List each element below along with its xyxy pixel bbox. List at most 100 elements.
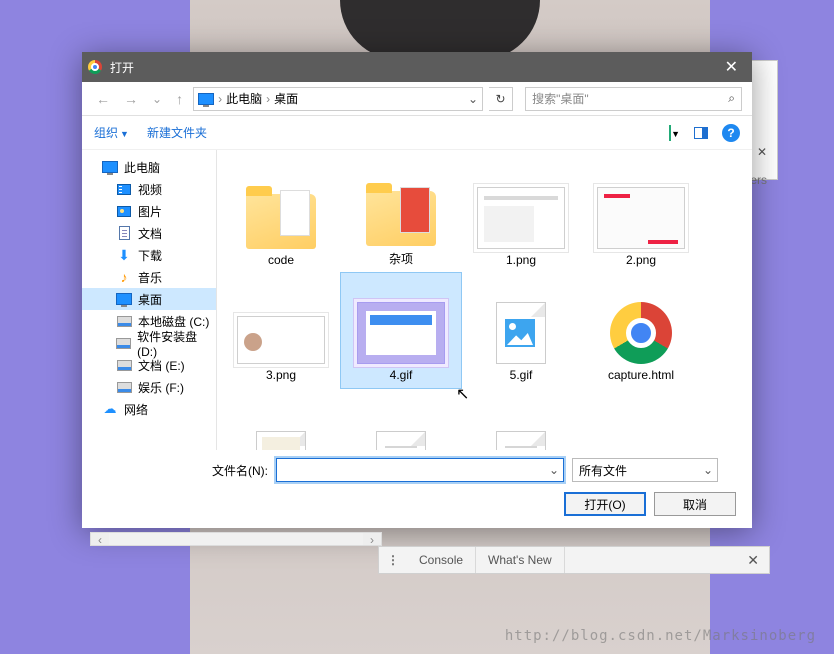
file-open-dialog: 打开 ✕ ← → ⌄ ↑ › 此电脑 › 桌面 ⌄ ↻ 搜索"桌面" ⌕ 组织▼… bbox=[82, 52, 752, 528]
filename-label: 文件名(N): bbox=[98, 462, 268, 479]
dl-icon: ⬇ bbox=[116, 247, 132, 263]
chevron-right-icon: › bbox=[266, 92, 270, 106]
breadcrumb-dropdown[interactable]: ⌄ bbox=[468, 92, 478, 106]
devtools-menu-button[interactable]: ⋮ bbox=[379, 553, 407, 567]
tree-label: 软件安装盘 (D:) bbox=[137, 328, 216, 359]
disk-icon bbox=[116, 357, 132, 373]
tree-label: 图片 bbox=[138, 203, 162, 220]
computer-icon bbox=[198, 93, 214, 105]
filter-dropdown-button[interactable]: ⌄ bbox=[699, 463, 717, 477]
background-tab-close-icon[interactable]: ✕ bbox=[757, 145, 767, 159]
preview-pane-button[interactable] bbox=[694, 127, 708, 139]
new-folder-button[interactable]: 新建文件夹 bbox=[147, 124, 207, 141]
tree-node[interactable]: 文档 bbox=[82, 222, 216, 244]
file-type-filter[interactable]: 所有文件 ⌄ bbox=[572, 458, 718, 482]
mon-icon bbox=[102, 159, 118, 175]
search-icon: ⌕ bbox=[728, 91, 735, 106]
file-item[interactable]: 杂项 bbox=[341, 158, 461, 273]
filename-dropdown-button[interactable]: ⌄ bbox=[545, 463, 563, 477]
file-label: 1.png bbox=[506, 253, 536, 267]
doc-icon bbox=[116, 225, 132, 241]
search-input[interactable]: 搜索"桌面" ⌕ bbox=[525, 87, 742, 111]
tree-node[interactable]: 此电脑 bbox=[82, 156, 216, 178]
file-item[interactable]: 5.gif bbox=[461, 273, 581, 388]
breadcrumb-segment[interactable]: 桌面 bbox=[274, 90, 298, 107]
toolbar: 组织▼ 新建文件夹 ▼ ? bbox=[82, 116, 752, 150]
tree-node[interactable]: ⬇ 下载 bbox=[82, 244, 216, 266]
file-item[interactable]: capture.html bbox=[581, 273, 701, 388]
filter-value: 所有文件 bbox=[579, 462, 627, 479]
tree-label: 文档 bbox=[138, 225, 162, 242]
tree-node[interactable]: 图片 bbox=[82, 200, 216, 222]
net-icon: ☁ bbox=[102, 401, 118, 417]
watermark-text: http://blog.csdn.net/Marksinoberg bbox=[505, 628, 816, 644]
file-label: capture.html bbox=[608, 368, 674, 382]
file-item[interactable] bbox=[461, 388, 581, 450]
tree-label: 音乐 bbox=[138, 269, 162, 286]
file-item[interactable] bbox=[341, 388, 461, 450]
refresh-button[interactable]: ↻ bbox=[489, 87, 513, 111]
dialog-titlebar[interactable]: 打开 ✕ bbox=[82, 52, 752, 82]
tab-whats-new[interactable]: What's New bbox=[476, 547, 565, 573]
dialog-footer: 文件名(N): ⌄ 所有文件 ⌄ 打开(O) 取消 bbox=[82, 450, 752, 528]
nav-back-button[interactable]: ← bbox=[92, 89, 114, 109]
tree-node[interactable]: 桌面 bbox=[82, 288, 216, 310]
disk-icon bbox=[116, 335, 131, 351]
tree-node[interactable]: ☁ 网络 bbox=[82, 398, 216, 420]
dialog-close-button[interactable]: ✕ bbox=[717, 57, 746, 77]
navigation-row: ← → ⌄ ↑ › 此电脑 › 桌面 ⌄ ↻ 搜索"桌面" ⌕ bbox=[82, 82, 752, 116]
pic-icon bbox=[116, 203, 132, 219]
tree-node[interactable]: 娱乐 (F:) bbox=[82, 376, 216, 398]
horizontal-scrollbar[interactable]: ‹ › bbox=[90, 532, 382, 546]
scroll-right-button[interactable]: › bbox=[363, 533, 381, 545]
file-list[interactable]: code 杂项 1.png 2.png 3.png 4.gif 5.gif capture.h… bbox=[217, 150, 752, 450]
chrome-icon bbox=[88, 60, 102, 74]
nav-forward-button[interactable]: → bbox=[120, 89, 142, 109]
file-item[interactable]: code bbox=[221, 158, 341, 273]
file-label: 2.png bbox=[626, 253, 656, 267]
tree-node[interactable]: ♪ 音乐 bbox=[82, 266, 216, 288]
file-item[interactable]: 4.gif bbox=[341, 273, 461, 388]
tree-label: 视频 bbox=[138, 181, 162, 198]
breadcrumb[interactable]: › 此电脑 › 桌面 ⌄ bbox=[193, 87, 483, 111]
background-text-fragment: ers bbox=[750, 173, 767, 187]
file-item[interactable]: 3.png bbox=[221, 273, 341, 388]
tree-label: 下载 bbox=[138, 247, 162, 264]
view-mode-button[interactable]: ▼ bbox=[669, 126, 680, 140]
video-icon bbox=[116, 181, 132, 197]
file-label: 3.png bbox=[266, 368, 296, 382]
nav-recent-dropdown[interactable]: ⌄ bbox=[148, 90, 166, 108]
help-button[interactable]: ? bbox=[722, 124, 740, 142]
filename-input[interactable] bbox=[277, 459, 545, 481]
scroll-left-button[interactable]: ‹ bbox=[91, 533, 109, 545]
search-placeholder: 搜索"桌面" bbox=[532, 90, 589, 107]
nav-up-button[interactable]: ↑ bbox=[172, 89, 187, 109]
breadcrumb-segment[interactable]: 此电脑 bbox=[226, 90, 262, 107]
file-item[interactable]: 1.png bbox=[461, 158, 581, 273]
tree-node[interactable]: 软件安装盘 (D:) bbox=[82, 332, 216, 354]
file-label: 5.gif bbox=[510, 368, 533, 382]
devtools-tabbar: ⋮ Console What's New ✕ bbox=[378, 546, 770, 574]
organize-button[interactable]: 组织▼ bbox=[94, 124, 129, 141]
filename-combobox[interactable]: ⌄ bbox=[276, 458, 564, 482]
devtools-close-button[interactable]: ✕ bbox=[737, 552, 769, 569]
disk-icon bbox=[116, 313, 132, 329]
file-label: 杂项 bbox=[389, 250, 413, 267]
open-button[interactable]: 打开(O) bbox=[564, 492, 646, 516]
folder-tree[interactable]: 此电脑视频图片文档⬇下载♪音乐桌面本地磁盘 (C:)软件安装盘 (D:)文档 (… bbox=[82, 150, 217, 450]
chevron-right-icon: › bbox=[218, 92, 222, 106]
mon-icon bbox=[116, 291, 132, 307]
tree-node[interactable]: 视频 bbox=[82, 178, 216, 200]
tree-label: 桌面 bbox=[138, 291, 162, 308]
tab-console[interactable]: Console bbox=[407, 547, 476, 573]
tree-label: 此电脑 bbox=[124, 159, 160, 176]
tree-label: 网络 bbox=[124, 401, 148, 418]
file-item[interactable] bbox=[221, 388, 341, 450]
dialog-title: 打开 bbox=[110, 59, 134, 76]
disk-icon bbox=[116, 379, 132, 395]
tree-label: 娱乐 (F:) bbox=[138, 379, 184, 396]
cancel-button[interactable]: 取消 bbox=[654, 492, 736, 516]
file-item[interactable]: 2.png bbox=[581, 158, 701, 273]
file-label: code bbox=[268, 253, 294, 267]
music-icon: ♪ bbox=[116, 269, 132, 285]
